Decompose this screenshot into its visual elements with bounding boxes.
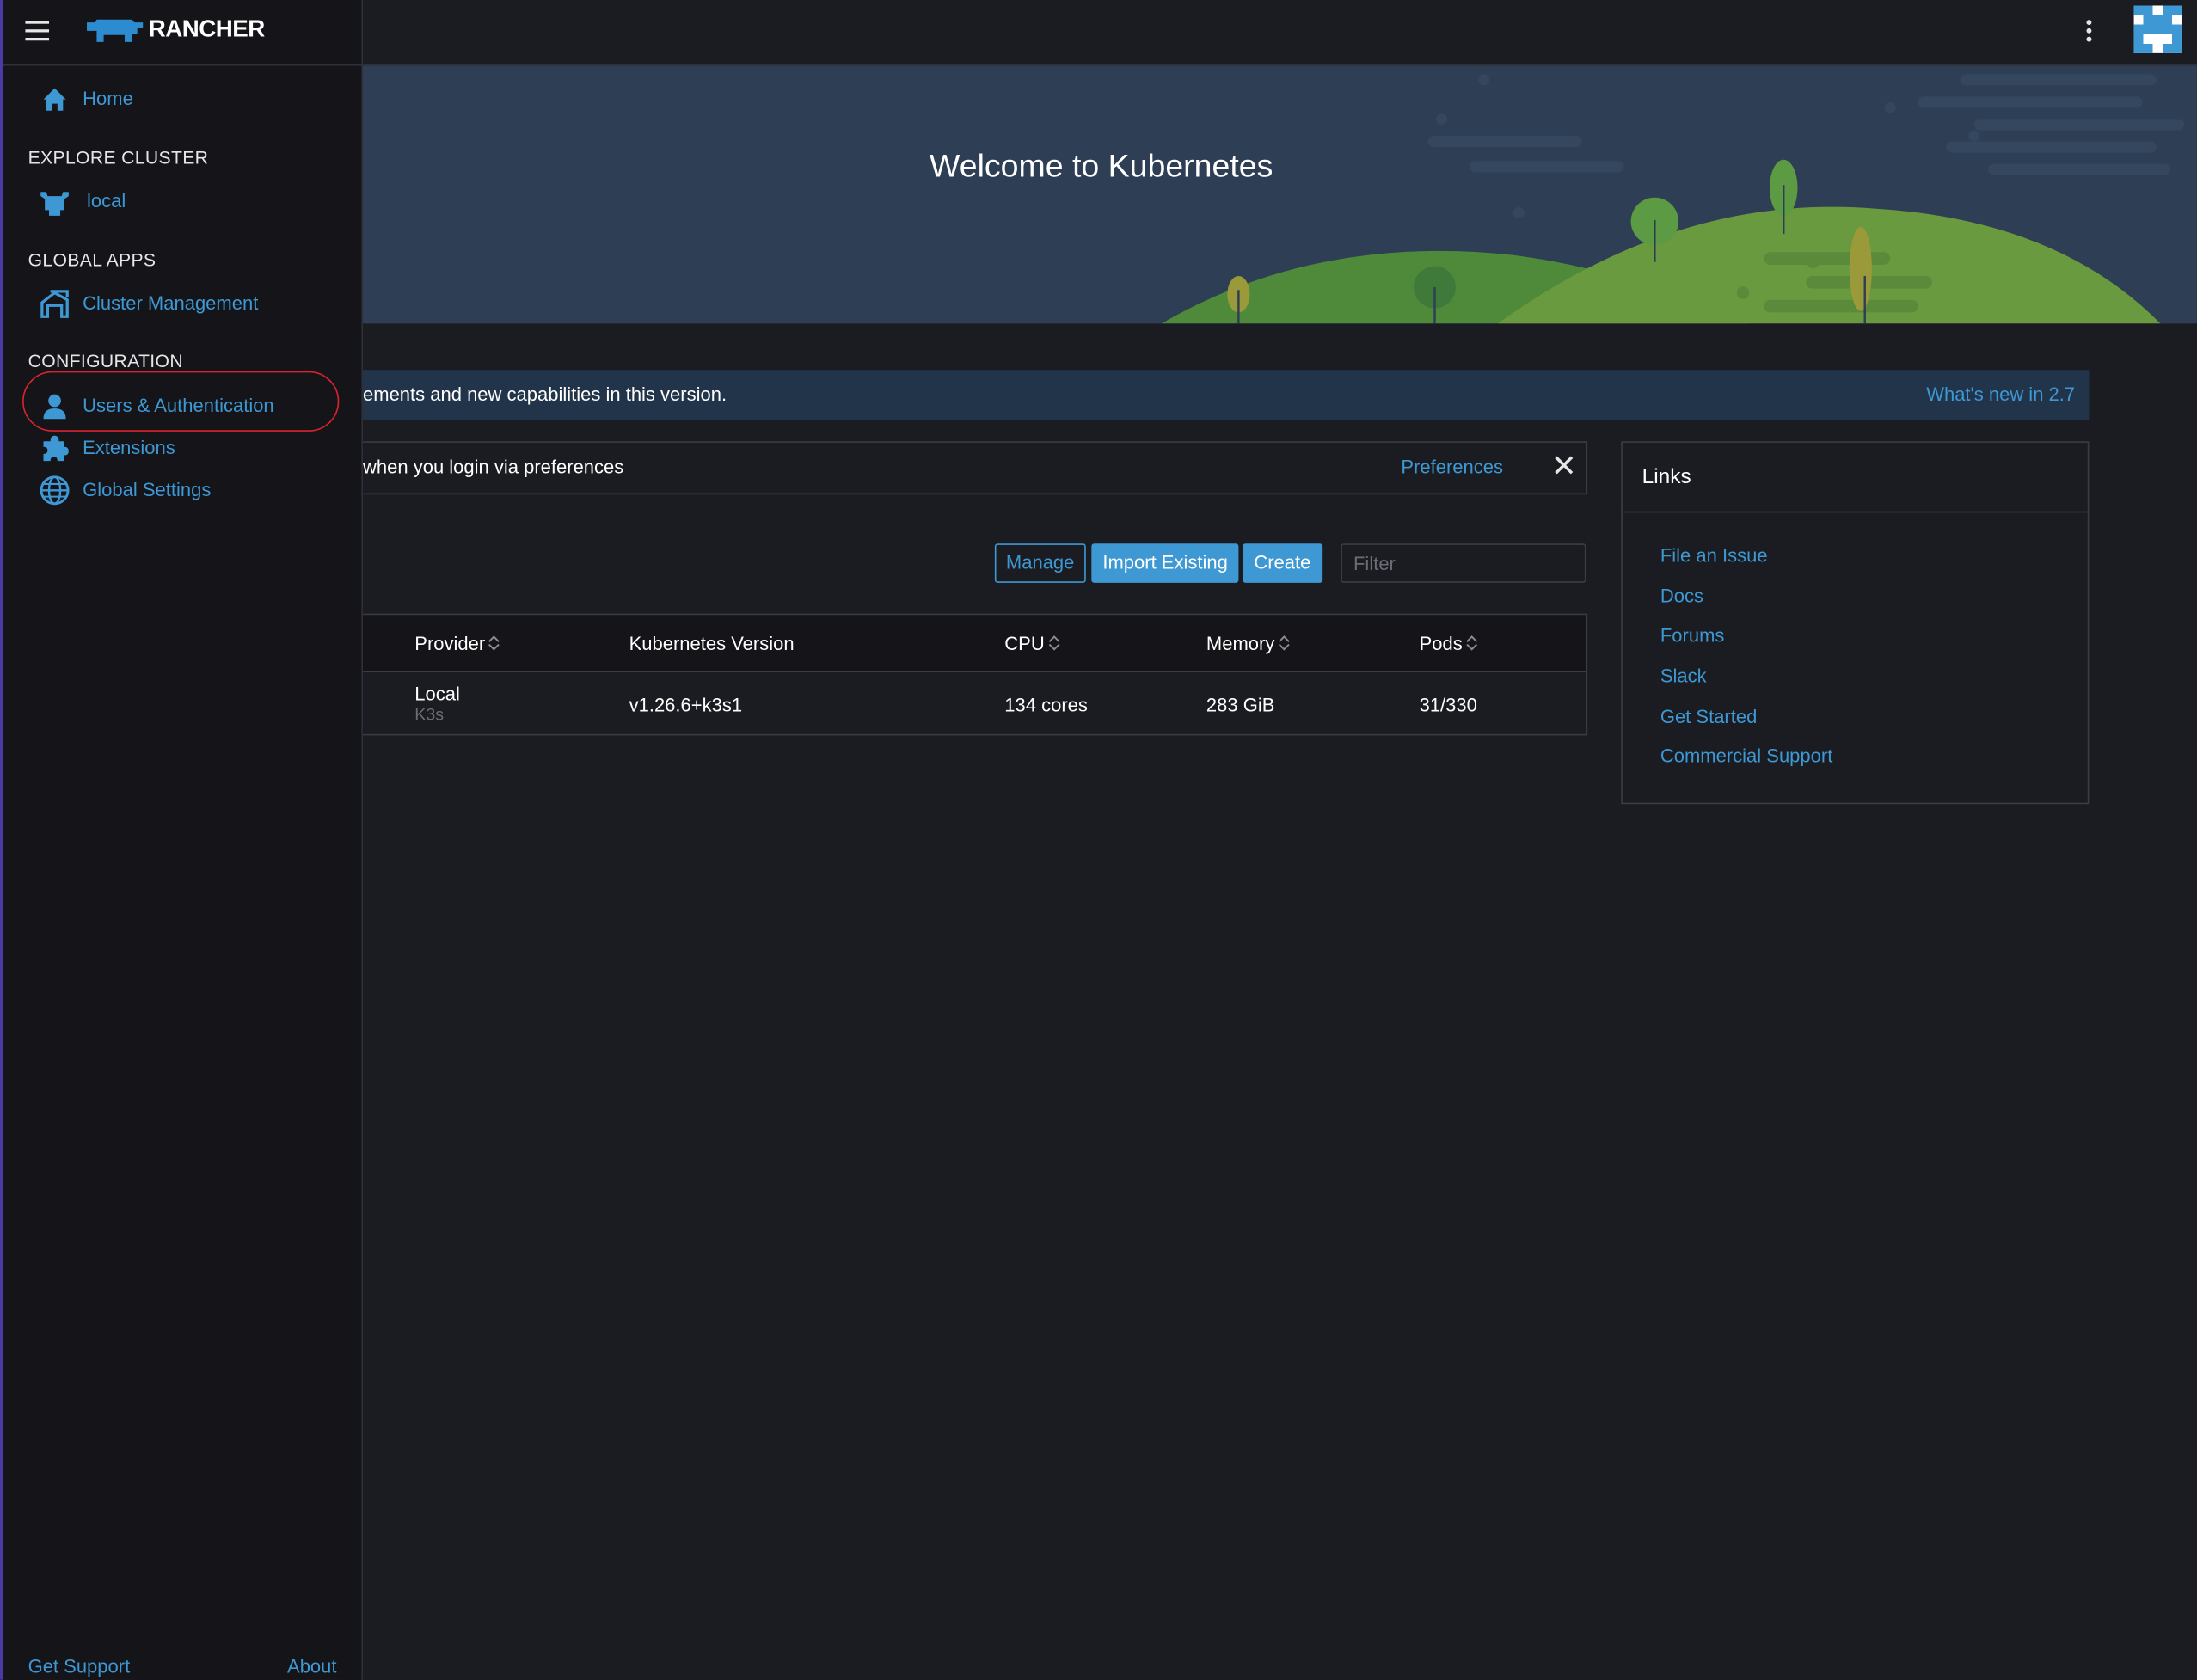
links-title: Links xyxy=(1642,464,1691,489)
sort-icon xyxy=(1465,635,1477,651)
link-forums[interactable]: Forums xyxy=(1660,625,1725,646)
table-header: Provider Kubernetes Version CPU Memory P… xyxy=(363,615,1586,673)
cpu-header-label: CPU xyxy=(1004,633,1045,654)
links-panel: Links File an Issue Docs Forums Slack Ge… xyxy=(1621,441,2090,805)
sort-icon xyxy=(488,635,500,651)
provider-header-label: Provider xyxy=(414,633,486,654)
sidebar-item-label: Users & Authentication xyxy=(83,395,274,416)
section-global-apps: GLOBAL APPS xyxy=(28,249,156,271)
release-notice: ements and new capabilities in this vers… xyxy=(363,370,2090,420)
sidebar-item-extensions[interactable]: Extensions xyxy=(40,430,334,466)
sidebar-item-global-settings[interactable]: Global Settings xyxy=(40,472,334,508)
close-icon[interactable]: ✕ xyxy=(1551,451,1577,482)
user-avatar-icon[interactable] xyxy=(2133,5,2182,53)
preferences-link[interactable]: Preferences xyxy=(1401,457,1503,477)
column-header-provider[interactable]: Provider xyxy=(414,633,500,654)
cell-version: v1.26.6+k3s1 xyxy=(629,695,743,716)
column-header-version: Kubernetes Version xyxy=(629,633,795,654)
preferences-banner: when you login via preferences Preferenc… xyxy=(363,441,1588,495)
menu-header: RANCHER xyxy=(3,0,364,66)
sidebar-item-local[interactable]: local xyxy=(40,183,334,219)
rancher-cow-icon xyxy=(87,19,144,42)
sidebar-item-label: local xyxy=(87,190,126,212)
import-existing-button[interactable]: Import Existing xyxy=(1091,543,1239,583)
side-menu: RANCHER Home EXPLORE CLUSTER local GLOBA… xyxy=(0,0,364,1680)
sidebar-item-home[interactable]: Home xyxy=(40,82,334,118)
clusters-table: Provider Kubernetes Version CPU Memory P… xyxy=(363,613,1588,736)
rancher-logo[interactable]: RANCHER xyxy=(84,14,280,50)
puzzle-icon xyxy=(43,435,69,462)
column-header-cpu[interactable]: CPU xyxy=(1004,633,1059,654)
globe-icon xyxy=(40,475,70,506)
notice-text: ements and new capabilities in this vers… xyxy=(363,383,727,405)
cell-memory: 283 GiB xyxy=(1206,695,1275,716)
more-options-icon[interactable] xyxy=(2077,17,2100,48)
pods-header-label: Pods xyxy=(1419,633,1463,654)
sort-icon xyxy=(1047,635,1059,651)
brand-name: RANCHER xyxy=(148,15,266,42)
table-row[interactable]: Local K3s v1.26.6+k3s1 134 cores 283 GiB… xyxy=(363,672,1586,735)
cluster-management-icon xyxy=(40,290,69,318)
hills-illustration xyxy=(1161,74,2185,324)
banner-title: Welcome to Kubernetes xyxy=(930,147,1273,184)
manage-button[interactable]: Manage xyxy=(994,543,1086,583)
preferences-text: when you login via preferences xyxy=(363,457,624,478)
link-docs[interactable]: Docs xyxy=(1660,586,1703,606)
sidebar-item-cluster-management[interactable]: Cluster Management xyxy=(40,285,334,322)
section-explore-cluster: EXPLORE CLUSTER xyxy=(28,147,209,169)
link-commercial-support[interactable]: Commercial Support xyxy=(1660,745,1832,766)
sidebar-item-label: Global Settings xyxy=(83,479,212,500)
user-icon xyxy=(43,394,66,420)
link-file-an-issue[interactable]: File an Issue xyxy=(1660,545,1768,566)
sidebar-item-label: Cluster Management xyxy=(83,292,259,314)
cell-provider-sub: K3s xyxy=(414,704,445,725)
create-button[interactable]: Create xyxy=(1243,543,1322,583)
cluster-cow-icon xyxy=(40,192,69,216)
section-configuration: CONFIGURATION xyxy=(28,350,183,371)
about-link[interactable]: About xyxy=(287,1656,336,1677)
whats-new-link[interactable]: What's new in 2.7 xyxy=(1926,383,2075,404)
cell-provider: Local xyxy=(414,684,460,705)
sidebar-item-label: Extensions xyxy=(83,437,175,458)
cell-pods: 31/330 xyxy=(1419,695,1477,716)
hamburger-menu-icon[interactable] xyxy=(25,20,50,42)
sidebar-item-label: Home xyxy=(83,88,133,110)
cell-cpu: 134 cores xyxy=(1004,695,1088,716)
sort-icon xyxy=(1278,635,1290,651)
link-get-started[interactable]: Get Started xyxy=(1660,706,1758,727)
filter-input[interactable] xyxy=(1341,543,1586,583)
get-support-link[interactable]: Get Support xyxy=(28,1656,131,1677)
column-header-pods[interactable]: Pods xyxy=(1419,633,1478,654)
column-header-memory[interactable]: Memory xyxy=(1206,633,1290,654)
welcome-banner: Welcome to Kubernetes xyxy=(363,65,2197,324)
link-slack[interactable]: Slack xyxy=(1660,665,1707,686)
memory-header-label: Memory xyxy=(1206,633,1275,654)
sidebar-item-users-authentication[interactable]: Users & Authentication xyxy=(40,388,334,424)
divider xyxy=(1622,511,2088,513)
home-icon xyxy=(43,88,66,111)
